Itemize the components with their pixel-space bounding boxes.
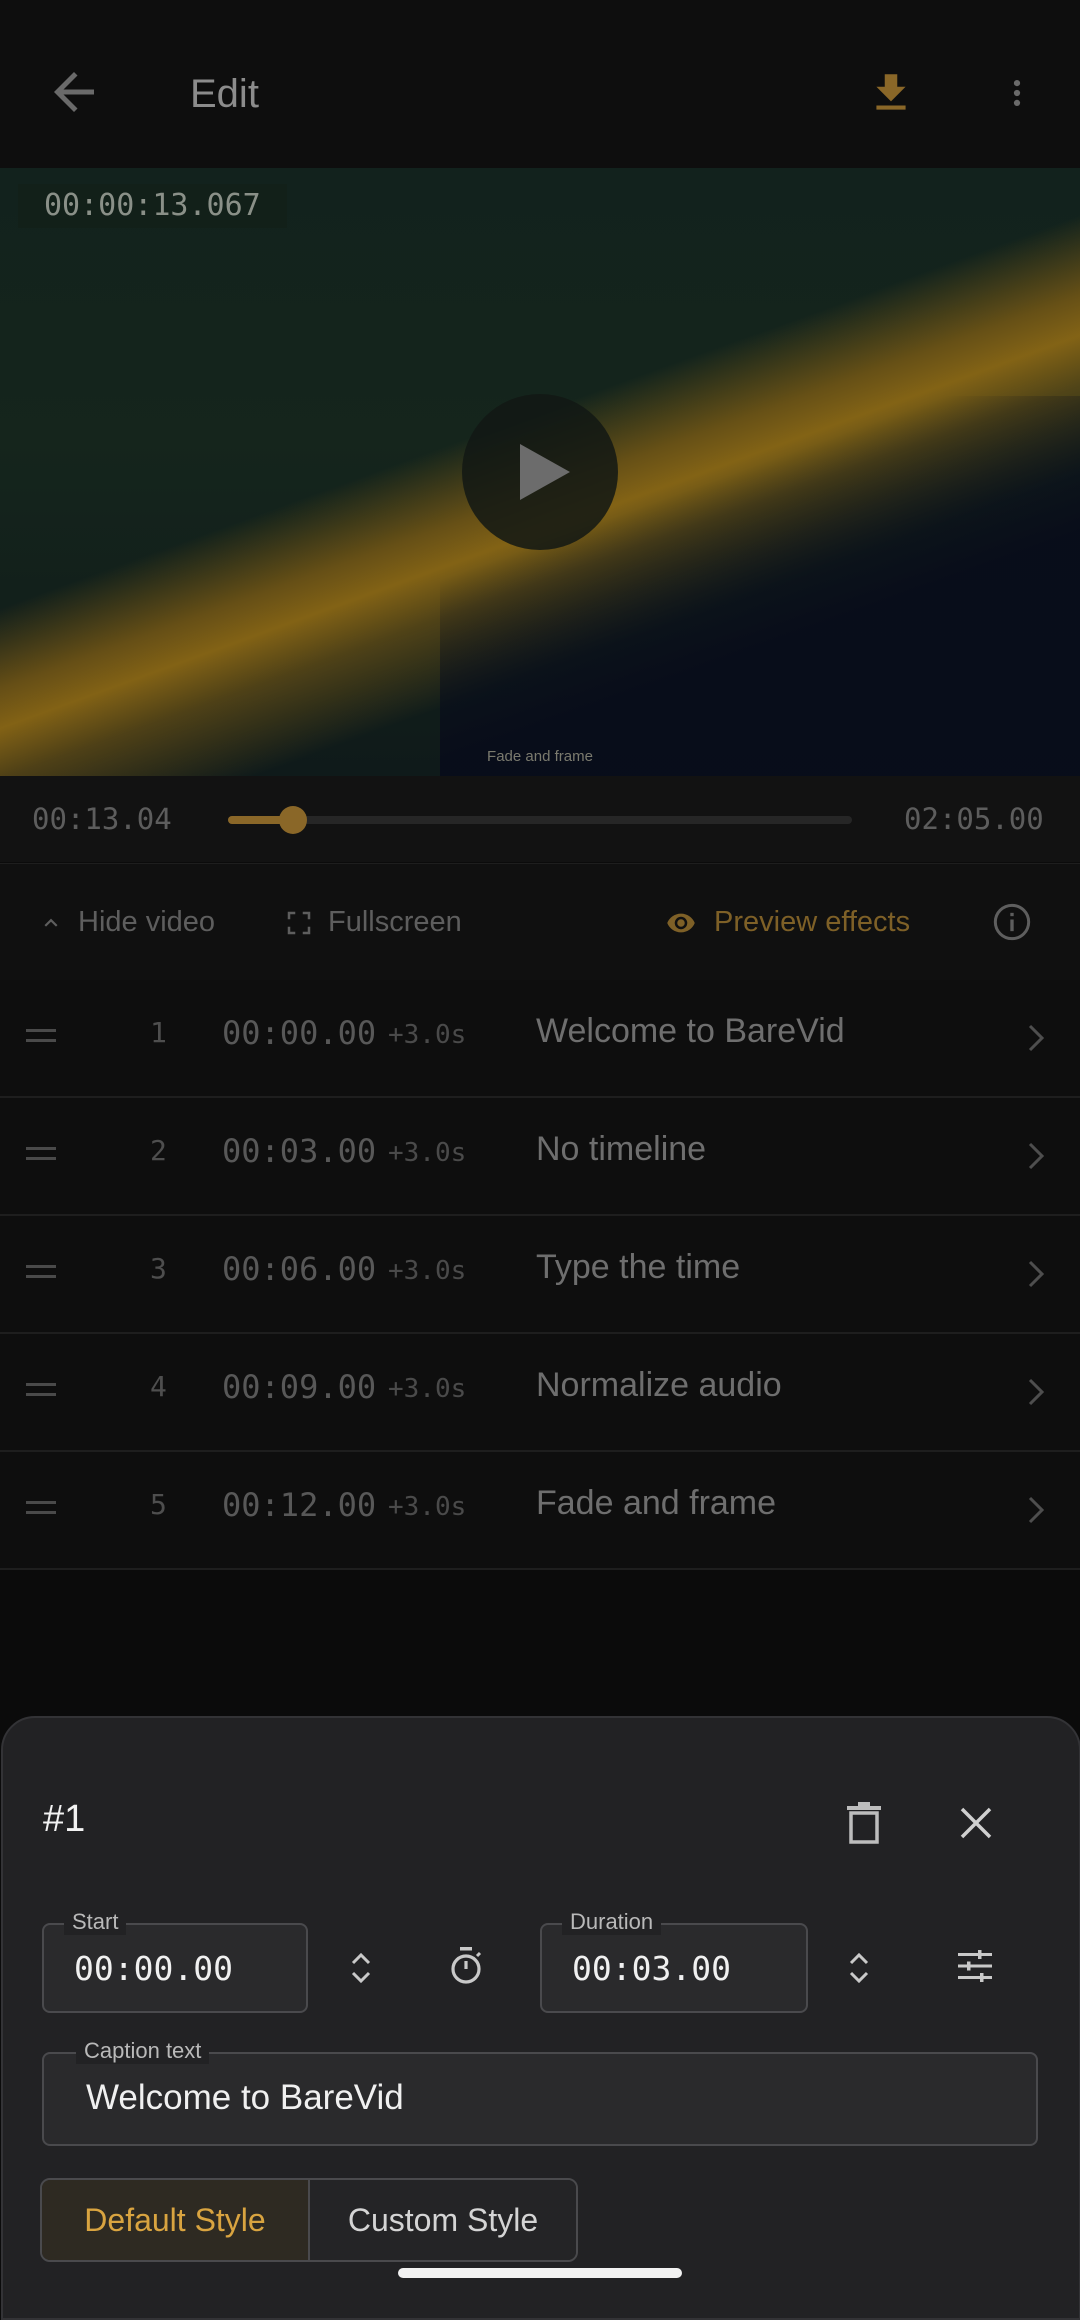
caption-text-field[interactable]: Caption text Welcome to BareVid xyxy=(42,2038,1038,2146)
start-input[interactable]: 00:00.00 xyxy=(74,1949,233,1988)
video-timecode: 00:00:13.067 xyxy=(18,184,287,228)
default-style-button[interactable]: Default Style xyxy=(42,2180,310,2260)
caption-row-5[interactable]: 5 00:12.00 +3.0s Fade and frame xyxy=(0,1452,1080,1570)
caption-text: No timeline xyxy=(536,1130,707,1168)
caption-text-label: Caption text xyxy=(76,2038,210,2064)
duration-label: Duration xyxy=(562,1909,662,1935)
drag-handle-icon[interactable] xyxy=(26,1498,56,1518)
caption-duration: +3.0s xyxy=(388,1138,467,1168)
chevron-right-icon xyxy=(1028,1142,1045,1170)
app-bar: Edit xyxy=(0,0,1080,168)
caption-start: 00:03.00 xyxy=(222,1132,377,1170)
start-label: Start xyxy=(64,1909,127,1935)
fullscreen-icon xyxy=(287,912,311,935)
hide-video-label: Hide video xyxy=(78,906,216,938)
caption-text: Welcome to BareVid xyxy=(536,1012,845,1050)
drag-handle-icon[interactable] xyxy=(26,1026,56,1046)
custom-style-button[interactable]: Custom Style xyxy=(310,2180,576,2260)
caption-row-1[interactable]: 1 00:00.00 +3.0s Welcome to BareVid xyxy=(0,980,1080,1098)
chevron-right-icon xyxy=(1028,1024,1045,1052)
caption-index: 4 xyxy=(150,1370,167,1403)
caption-duration: +3.0s xyxy=(388,1492,467,1522)
caption-duration: +3.0s xyxy=(388,1256,467,1286)
caption-start: 00:12.00 xyxy=(222,1486,377,1524)
chevron-right-icon xyxy=(1028,1496,1045,1524)
drag-handle-icon[interactable] xyxy=(26,1144,56,1164)
home-indicator xyxy=(398,2268,682,2278)
video-preview[interactable]: 00:00:13.067 Fade and frame xyxy=(0,168,1080,776)
page-title: Edit xyxy=(190,72,259,116)
play-button[interactable] xyxy=(462,394,618,550)
caption-duration: +3.0s xyxy=(388,1020,467,1050)
drag-handle-icon[interactable] xyxy=(26,1380,56,1400)
start-field[interactable]: Start 00:00.00 xyxy=(42,1909,308,2013)
caption-row-2[interactable]: 2 00:03.00 +3.0s No timeline xyxy=(0,1098,1080,1216)
play-icon xyxy=(520,444,570,500)
stepper-icon[interactable] xyxy=(350,1950,372,1986)
caption-text: Fade and frame xyxy=(536,1484,777,1522)
timer-icon[interactable] xyxy=(448,1946,484,1986)
current-time: 00:13.04 xyxy=(32,802,172,836)
caption-index: 5 xyxy=(150,1488,167,1521)
caption-index: 1 xyxy=(150,1016,167,1049)
seek-row: 00:13.04 02:05.00 xyxy=(0,776,1080,862)
caption-start: 00:06.00 xyxy=(222,1250,377,1288)
tune-icon[interactable] xyxy=(958,1950,992,1982)
hide-video-button[interactable]: Hide video xyxy=(38,902,215,942)
style-segmented-control: Default Style Custom Style xyxy=(40,2178,578,2262)
fullscreen-button[interactable]: Fullscreen xyxy=(284,902,462,942)
caption-start: 00:09.00 xyxy=(222,1368,377,1406)
caption-text-input[interactable]: Welcome to BareVid xyxy=(86,2078,404,2118)
seek-thumb[interactable] xyxy=(278,806,307,834)
arrow-left-icon[interactable] xyxy=(44,62,104,122)
chevron-up-icon xyxy=(44,919,58,928)
preview-effects-toggle[interactable]: Preview effects xyxy=(662,902,910,942)
eye-icon xyxy=(667,913,695,933)
stepper-icon[interactable] xyxy=(848,1950,870,1986)
caption-text: Type the time xyxy=(536,1248,741,1286)
duration-input[interactable]: 00:03.00 xyxy=(572,1949,731,1988)
drag-handle-icon[interactable] xyxy=(26,1262,56,1282)
caption-index: 2 xyxy=(150,1134,167,1167)
caption-index: 3 xyxy=(150,1252,167,1285)
more-vertical-icon[interactable] xyxy=(1000,68,1034,118)
chevron-right-icon xyxy=(1028,1378,1045,1406)
seek-slider[interactable] xyxy=(228,806,852,834)
info-icon[interactable] xyxy=(992,902,1032,942)
fullscreen-label: Fullscreen xyxy=(328,906,462,938)
preview-effects-label: Preview effects xyxy=(714,906,911,938)
close-icon[interactable] xyxy=(959,1806,993,1840)
caption-text: Normalize audio xyxy=(536,1366,782,1404)
caption-number: #1 xyxy=(43,1798,86,1840)
caption-duration: +3.0s xyxy=(388,1374,467,1404)
caption-row-3[interactable]: 3 00:06.00 +3.0s Type the time xyxy=(0,1216,1080,1334)
download-icon[interactable] xyxy=(866,68,916,118)
total-time: 02:05.00 xyxy=(904,802,1044,836)
video-caption-overlay: Fade and frame xyxy=(487,748,593,765)
caption-start: 00:00.00 xyxy=(222,1014,377,1052)
video-controls: Hide video Fullscreen Preview effects xyxy=(0,863,1080,981)
trash-icon[interactable] xyxy=(845,1802,883,1844)
duration-field[interactable]: Duration 00:03.00 xyxy=(540,1909,808,2013)
chevron-right-icon xyxy=(1028,1260,1045,1288)
caption-row-4[interactable]: 4 00:09.00 +3.0s Normalize audio xyxy=(0,1334,1080,1452)
